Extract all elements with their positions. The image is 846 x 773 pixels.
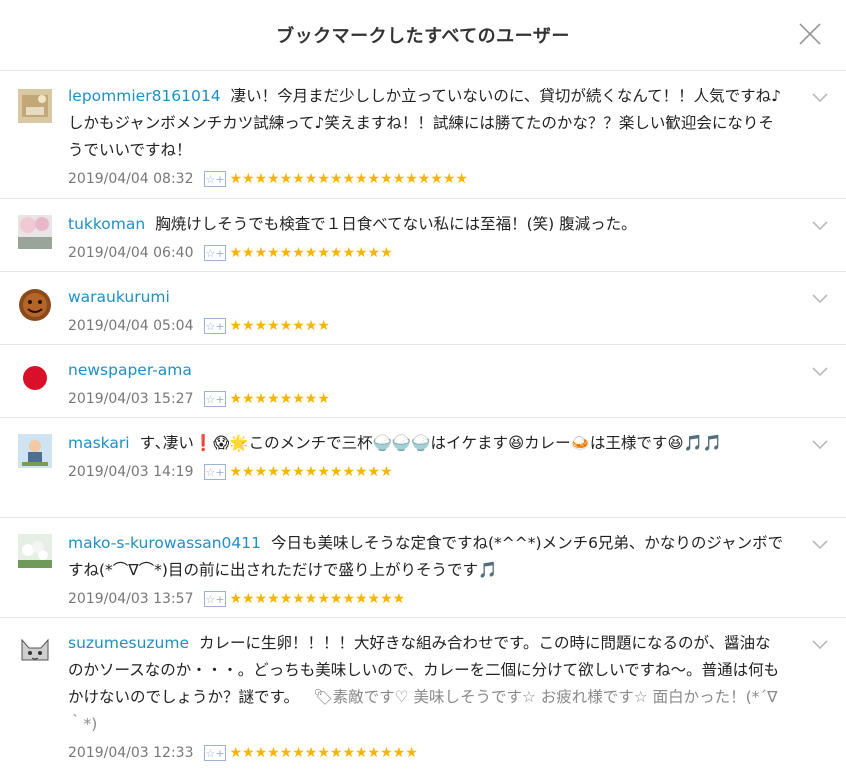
chevron-down-icon[interactable] bbox=[812, 93, 828, 103]
username-link[interactable]: mako-s-kurowassan0411 bbox=[68, 534, 261, 552]
username-link[interactable]: tukkoman bbox=[68, 215, 145, 233]
timestamp[interactable]: 2019/04/03 14:19 bbox=[68, 464, 194, 480]
list-item: lepommier8161014 凄い！今月まだ少ししか立っていないのに、貸切が続… bbox=[0, 71, 846, 199]
list-item: newspaper-ama 2019/04/03 15:27 ☆+ ★★★★★★… bbox=[0, 345, 846, 418]
avatar[interactable] bbox=[18, 288, 52, 322]
username-link[interactable]: waraukurumi bbox=[68, 288, 170, 306]
star-rating[interactable]: ★★★★★★★★★★★★★ bbox=[230, 246, 394, 260]
close-icon[interactable] bbox=[798, 22, 822, 46]
add-star-icon[interactable]: ☆+ bbox=[203, 318, 226, 334]
star-rating[interactable]: ★★★★★★★★ bbox=[230, 319, 331, 333]
chevron-down-icon[interactable] bbox=[812, 540, 828, 550]
svg-text:☆+: ☆+ bbox=[205, 393, 224, 406]
star-rating[interactable]: ★★★★★★★★★★★★★ bbox=[230, 465, 394, 479]
list-item: maskari す､凄い❗😱🌟このメンチで三杯🍚🍚🍚はイケます😆カレー🍛は王様です… bbox=[0, 418, 846, 518]
timestamp[interactable]: 2019/04/03 12:33 bbox=[68, 745, 194, 761]
chevron-down-icon[interactable] bbox=[812, 640, 828, 650]
username-link[interactable]: lepommier8161014 bbox=[68, 87, 221, 105]
comment-text: 胸焼けしそうでも検査で１日食べてない私には至福！(笑) 腹減った。 bbox=[155, 215, 637, 233]
timestamp[interactable]: 2019/04/03 13:57 bbox=[68, 591, 194, 607]
username-link[interactable]: newspaper-ama bbox=[68, 361, 192, 379]
svg-text:☆+: ☆+ bbox=[205, 247, 224, 260]
list-item: waraukurumi 2019/04/04 05:04 ☆+ ★★★★★★★★ bbox=[0, 272, 846, 345]
dialog-title: ブックマークしたすべてのユーザー bbox=[276, 26, 570, 47]
add-star-icon[interactable]: ☆+ bbox=[203, 745, 226, 761]
star-rating[interactable]: ★★★★★★★★★★★★★★★ bbox=[230, 746, 419, 760]
timestamp[interactable]: 2019/04/03 15:27 bbox=[68, 391, 194, 407]
username-link[interactable]: maskari bbox=[68, 434, 130, 452]
add-star-icon[interactable]: ☆+ bbox=[203, 464, 226, 480]
avatar[interactable] bbox=[18, 634, 52, 668]
svg-text:☆+: ☆+ bbox=[205, 320, 224, 333]
chevron-down-icon[interactable] bbox=[812, 221, 828, 231]
avatar[interactable] bbox=[18, 361, 52, 395]
timestamp[interactable]: 2019/04/04 08:32 bbox=[68, 171, 194, 187]
star-rating[interactable]: ★★★★★★★★★★★★★★ bbox=[230, 592, 406, 606]
svg-text:☆+: ☆+ bbox=[205, 173, 224, 186]
chevron-down-icon[interactable] bbox=[812, 440, 828, 450]
avatar[interactable] bbox=[18, 89, 52, 123]
add-star-icon[interactable]: ☆+ bbox=[203, 391, 226, 407]
username-link[interactable]: suzumesuzume bbox=[68, 634, 189, 652]
dialog-header: ブックマークしたすべてのユーザー bbox=[0, 0, 846, 71]
avatar[interactable] bbox=[18, 215, 52, 249]
add-star-icon[interactable]: ☆+ bbox=[203, 245, 226, 261]
bookmark-users-dialog: ブックマークしたすべてのユーザー lepommier8161014 凄い！今月まだ… bbox=[0, 0, 846, 772]
timestamp[interactable]: 2019/04/04 06:40 bbox=[68, 245, 194, 261]
list-item: suzumesuzume カレーに生卵！！！！大好きな組み合わせです。この時に問題… bbox=[0, 618, 846, 773]
star-rating[interactable]: ★★★★★★★★ bbox=[230, 392, 331, 406]
chevron-down-icon[interactable] bbox=[812, 294, 828, 304]
list-item: tukkoman 胸焼けしそうでも検査で１日食べてない私には至福！(笑) 腹減った… bbox=[0, 199, 846, 272]
add-star-icon[interactable]: ☆+ bbox=[203, 591, 226, 607]
svg-text:☆+: ☆+ bbox=[205, 593, 224, 606]
avatar[interactable] bbox=[18, 434, 52, 468]
avatar[interactable] bbox=[18, 534, 52, 568]
timestamp[interactable]: 2019/04/04 05:04 bbox=[68, 318, 194, 334]
star-rating[interactable]: ★★★★★★★★★★★★★★★★★★★ bbox=[230, 172, 469, 186]
svg-text:☆+: ☆+ bbox=[205, 747, 224, 760]
bookmark-user-list: lepommier8161014 凄い！今月まだ少ししか立っていないのに、貸切が続… bbox=[0, 71, 846, 773]
chevron-down-icon[interactable] bbox=[812, 367, 828, 377]
add-star-icon[interactable]: ☆+ bbox=[203, 171, 226, 187]
list-item: mako-s-kurowassan0411 今日も美味しそうな定食ですね(*^^*… bbox=[0, 518, 846, 618]
comment-text: す､凄い❗😱🌟このメンチで三杯🍚🍚🍚はイケます😆カレー🍛は王様です😆🎵🎵 bbox=[139, 434, 723, 452]
svg-text:☆+: ☆+ bbox=[205, 466, 224, 479]
